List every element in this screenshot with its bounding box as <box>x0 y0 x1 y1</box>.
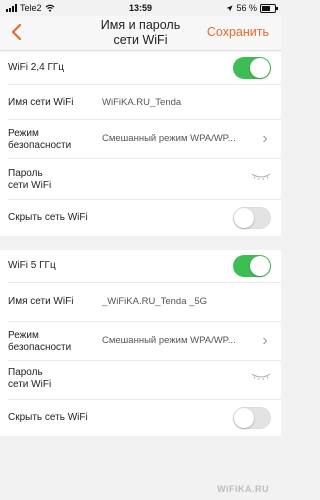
wifi-5-name-row[interactable]: Имя сети WiFi _WiFiKA.RU_Tenda _5G <box>0 283 281 321</box>
eye-closed-icon[interactable] <box>251 373 271 381</box>
wifi-24-group: WiFi 2,4 ГГц Имя сети WiFi WiFiKA.RU_Ten… <box>0 52 281 236</box>
wifi-5-toggle-label: WiFi 5 ГГц <box>8 260 56 271</box>
wifi-5-password-row[interactable]: Пароль сети WiFi <box>0 361 281 399</box>
wifi-24-security-value: Смешанный режим WPA/WP... <box>102 133 236 144</box>
wifi-24-password-row[interactable]: Пароль сети WiFi <box>0 159 281 199</box>
wifi-24-name-label: Имя сети WiFi <box>8 97 74 108</box>
wifi-5-hide-toggle[interactable] <box>233 407 271 429</box>
wifi-5-password-label: Пароль сети WiFi <box>8 367 51 391</box>
wifi-5-hide-label: Скрыть сеть WiFi <box>8 412 88 423</box>
toggle-knob <box>234 208 254 228</box>
page-title: Имя и пароль сети WiFi <box>60 18 221 48</box>
wifi-5-security-value: Смешанный режим WPA/WP... <box>102 335 236 346</box>
wifi-24-hide-row: Скрыть сеть WiFi <box>0 200 281 236</box>
wifi-24-security-row[interactable]: Режим безопасности Смешанный режим WPA/W… <box>0 120 281 158</box>
chevron-right-icon <box>263 135 268 143</box>
status-right: 56 % <box>226 3 278 13</box>
security-label-line2: безопасности <box>8 342 72 353</box>
wifi-24-toggle[interactable] <box>233 57 271 79</box>
battery-icon <box>260 3 278 13</box>
security-label-line2: безопасности <box>8 140 72 151</box>
eye-closed-icon[interactable] <box>251 173 271 181</box>
password-label-line2: сети WiFi <box>8 180 52 191</box>
password-label-line1: Пароль <box>8 168 43 179</box>
chevron-left-icon[interactable] <box>8 23 26 41</box>
toggle-knob <box>250 58 270 78</box>
battery-percent: 56 % <box>236 3 257 13</box>
security-label-line1: Режим <box>8 330 39 341</box>
chevron-right-icon <box>263 337 268 345</box>
toggle-knob <box>250 256 270 276</box>
password-label-line1: Пароль <box>8 367 43 378</box>
toggle-knob <box>234 408 254 428</box>
wifi-24-password-label: Пароль сети WiFi <box>8 168 51 192</box>
location-icon <box>226 5 233 11</box>
wifi-24-hide-label: Скрыть сеть WiFi <box>8 212 88 223</box>
security-label-line1: Режим <box>8 128 39 139</box>
wifi-24-toggle-row: WiFi 2,4 ГГц <box>0 52 281 84</box>
wifi-5-toggle-row: WiFi 5 ГГц <box>0 250 281 282</box>
page-title-line1: Имя и пароль <box>100 18 181 32</box>
status-bar: Tele2 13:59 56 % <box>0 0 281 16</box>
wifi-5-toggle[interactable] <box>233 255 271 277</box>
wifi-5-hide-row: Скрыть сеть WiFi <box>0 400 281 436</box>
watermark: WiFiKA.RU <box>217 484 269 494</box>
wifi-5-name-value[interactable]: _WiFiKA.RU_Tenda _5G <box>102 296 207 307</box>
wifi-5-security-row[interactable]: Режим безопасности Смешанный режим WPA/W… <box>0 322 281 360</box>
save-button[interactable]: Сохранить <box>207 25 269 39</box>
password-label-line2: сети WiFi <box>8 379 52 390</box>
page-title-line2: сети WiFi <box>113 33 168 47</box>
wifi-24-name-value[interactable]: WiFiKA.RU_Tenda <box>102 97 181 108</box>
wifi-24-toggle-label: WiFi 2,4 ГГц <box>8 62 65 73</box>
wifi-24-hide-toggle[interactable] <box>233 207 271 229</box>
nav-bar: Имя и пароль сети WiFi Сохранить <box>0 16 281 51</box>
wifi-5-name-label: Имя сети WiFi <box>8 296 74 307</box>
wifi-5-security-label: Режим безопасности <box>8 330 71 354</box>
wifi-24-name-row[interactable]: Имя сети WiFi WiFiKA.RU_Tenda <box>0 85 281 119</box>
wifi-5-group: WiFi 5 ГГц Имя сети WiFi _WiFiKA.RU_Tend… <box>0 250 281 436</box>
wifi-24-security-label: Режим безопасности <box>8 128 71 152</box>
